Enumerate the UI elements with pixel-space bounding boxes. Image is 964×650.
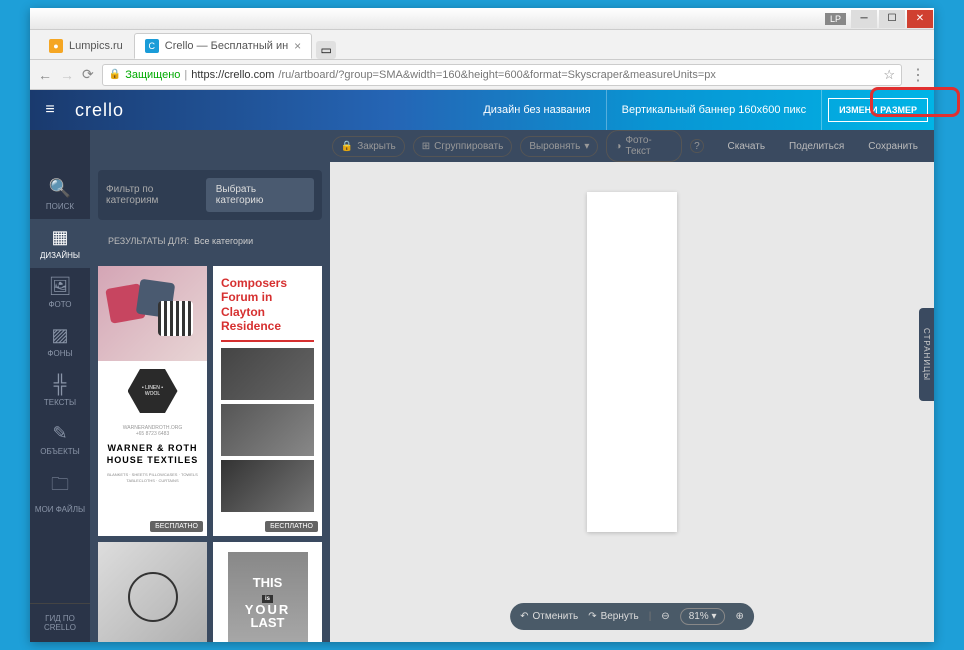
tab-label: Crello — Бесплатный ин <box>165 40 288 52</box>
text-icon: ╬ <box>30 374 90 395</box>
zoom-out-button[interactable]: ⊖ <box>661 611 669 622</box>
bookmark-icon[interactable]: ☆ <box>883 67 895 83</box>
resize-button[interactable]: ИЗМЕНИ РАЗМЕР <box>828 98 928 122</box>
toolbar: 🔒Закрыть ⊞Сгруппировать Выровнять▾ ◑Фото… <box>90 130 934 162</box>
filter-row: Фильтр по категориям Выбрать категорию <box>98 170 322 220</box>
menu-icon[interactable]: ≡ <box>30 101 70 119</box>
secure-label: Защищено <box>125 69 180 81</box>
browser-tabbar: ● Lumpics.ru C Crello — Бесплатный ин × … <box>30 30 934 60</box>
side-nav: 🔍ПОИСК ▦ДИЗАЙНЫ 🖼ФОТО ▨ФОНЫ ╬ТЕКСТЫ ✎ОБЪ… <box>30 162 90 642</box>
undo-icon: ↶ <box>520 611 528 622</box>
nav-forward-icon[interactable]: → <box>60 67 74 83</box>
share-link[interactable]: Поделиться <box>781 141 852 152</box>
lock-icon: 🔒 <box>341 141 353 152</box>
browser-tab-crello[interactable]: C Crello — Бесплатный ин × <box>134 33 312 59</box>
photo-icon: 🖼 <box>30 276 90 297</box>
search-icon: 🔍 <box>30 178 90 199</box>
new-tab-button[interactable]: ▭ <box>316 41 336 59</box>
template-card[interactable]: Composers Forum in Clayton Residence БЕС… <box>213 266 322 536</box>
redo-icon: ↷ <box>588 611 596 622</box>
lp-badge: LP <box>825 13 846 25</box>
save-link[interactable]: Сохранить <box>860 141 926 152</box>
favicon-icon: C <box>145 39 159 53</box>
results-label: РЕЗУЛЬТАТЫ ДЛЯ: Все категории <box>106 232 255 254</box>
window-titlebar: LP ─ ☐ ✕ <box>30 8 934 30</box>
browser-tab-lumpics[interactable]: ● Lumpics.ru <box>38 33 134 59</box>
canvas-area[interactable]: ↶Отменить ↷Вернуть | ⊖ 81% ▾ ⊕ <box>330 162 934 642</box>
undo-button[interactable]: ↶Отменить <box>520 611 578 622</box>
nav-objects[interactable]: ✎ОБЪЕКТЫ <box>30 415 90 464</box>
free-badge: БЕСПЛАТНО <box>265 521 318 532</box>
nav-search[interactable]: 🔍ПОИСК <box>30 170 90 219</box>
info-icon[interactable]: ? <box>690 139 703 153</box>
filter-label: Фильтр по категориям <box>106 184 206 206</box>
tab-label: Lumpics.ru <box>69 40 123 52</box>
favicon-icon: ● <box>49 39 63 53</box>
tab-close-icon[interactable]: × <box>294 39 301 53</box>
free-badge: БЕСПЛАТНО <box>150 521 203 532</box>
nav-backgrounds[interactable]: ▨ФОНЫ <box>30 317 90 366</box>
nav-texts[interactable]: ╬ТЕКСТЫ <box>30 366 90 415</box>
template-card[interactable]: • LINEN •WOOL WARNERANDROTH.ORG +65 8723… <box>98 266 207 536</box>
nav-designs[interactable]: ▦ДИЗАЙНЫ <box>30 219 90 268</box>
lock-button[interactable]: 🔒Закрыть <box>332 136 405 157</box>
folder-icon: 🗀 <box>30 472 90 502</box>
lock-icon: 🔒 <box>109 69 121 80</box>
window-maximize[interactable]: ☐ <box>879 10 905 28</box>
phototext-icon: ◑ <box>615 141 621 152</box>
url-host: https://crello.com <box>191 69 274 81</box>
crello-logo[interactable]: crello <box>75 100 124 121</box>
group-button[interactable]: ⊞Сгруппировать <box>413 136 513 157</box>
templates-panel: Фильтр по категориям Выбрать категорию Р… <box>90 162 330 642</box>
url-input[interactable]: 🔒 Защищено | https://crello.com/ru/artbo… <box>102 64 902 86</box>
window-close[interactable]: ✕ <box>907 10 933 28</box>
choose-category-button[interactable]: Выбрать категорию <box>206 178 314 212</box>
pages-tab[interactable]: СТРАНИЦЫ <box>919 308 934 401</box>
chevron-down-icon: ▾ <box>584 141 589 152</box>
zoom-level[interactable]: 81% ▾ <box>680 608 726 625</box>
window-minimize[interactable]: ─ <box>851 10 877 28</box>
app-header: ≡ crello Дизайн без названия Вертикальны… <box>30 90 934 130</box>
design-name[interactable]: Дизайн без названия <box>468 90 606 130</box>
group-icon: ⊞ <box>422 141 430 152</box>
guide-link[interactable]: ГИД ПО CRELLO <box>30 603 90 642</box>
zoom-in-button[interactable]: ⊕ <box>736 611 744 622</box>
format-label: Вертикальный баннер 160x600 пикс <box>607 90 822 130</box>
nav-photo[interactable]: 🖼ФОТО <box>30 268 90 317</box>
url-path: /ru/artboard/?group=SMA&width=160&height… <box>278 69 716 81</box>
background-icon: ▨ <box>30 325 90 346</box>
align-button[interactable]: Выровнять▾ <box>520 136 598 157</box>
template-card[interactable]: THIS is YOUR LAST <box>213 542 322 642</box>
address-bar: ← → ⟳ 🔒 Защищено | https://crello.com/ru… <box>30 60 934 90</box>
browser-menu-icon[interactable]: ⋮ <box>910 65 926 85</box>
redo-button[interactable]: ↷Вернуть <box>588 611 639 622</box>
bottom-toolbar: ↶Отменить ↷Вернуть | ⊖ 81% ▾ ⊕ <box>510 603 754 630</box>
nav-myfiles[interactable]: 🗀МОИ ФАЙЛЫ <box>30 464 90 522</box>
template-card[interactable] <box>98 542 207 642</box>
download-link[interactable]: Скачать <box>720 141 774 152</box>
artboard[interactable] <box>587 192 677 532</box>
nav-reload-icon[interactable]: ⟳ <box>82 66 94 83</box>
nav-back-icon[interactable]: ← <box>38 67 52 83</box>
phototext-button[interactable]: ◑Фото-Текст <box>606 130 682 162</box>
objects-icon: ✎ <box>30 423 90 444</box>
hex-badge: • LINEN •WOOL <box>128 369 178 413</box>
layout-icon: ▦ <box>30 227 90 248</box>
